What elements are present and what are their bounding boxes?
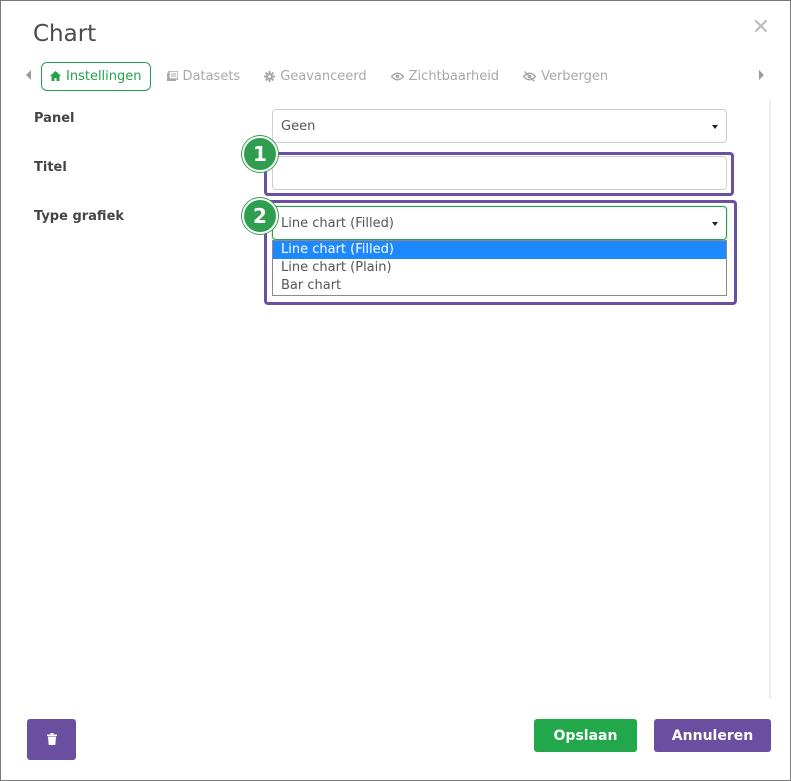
- eye-icon: [390, 72, 404, 81]
- annotation-badge-1: 1: [242, 136, 278, 172]
- type-grafiek-select-value: Line chart (Filled): [281, 215, 394, 231]
- delete-button[interactable]: [27, 719, 76, 760]
- cancel-button[interactable]: Annuleren: [654, 719, 771, 752]
- panel-select-value: Geen: [281, 118, 316, 134]
- type-grafiek-label: Type grafiek: [34, 209, 125, 224]
- tab-geavanceerd[interactable]: Geavanceerd: [256, 61, 374, 91]
- close-button[interactable]: ✕: [750, 17, 772, 39]
- save-button[interactable]: Opslaan: [534, 719, 637, 752]
- trash-icon: [46, 730, 57, 749]
- panel-select[interactable]: Geen: [272, 109, 727, 143]
- dialog-title: Chart: [33, 21, 97, 47]
- titel-label: Titel: [34, 160, 67, 175]
- type-grafiek-dropdown: Line chart (Filled) Line chart (Plain) B…: [272, 240, 727, 296]
- home-icon: [50, 71, 61, 81]
- tab-verbergen[interactable]: Verbergen: [515, 61, 616, 91]
- chart-dialog: Chart ✕ Instellingen Datasets Geavanceer…: [0, 0, 791, 781]
- dropdown-option[interactable]: Bar chart: [273, 277, 726, 295]
- tab-zichtbaarheid[interactable]: Zichtbaarheid: [383, 61, 507, 91]
- dropdown-option[interactable]: Line chart (Filled): [273, 241, 726, 259]
- tabs-scroll-right-icon[interactable]: [759, 70, 764, 80]
- tab-label: Geavanceerd: [280, 68, 367, 84]
- eye-off-icon: [523, 70, 537, 82]
- chevron-down-icon: [712, 222, 718, 226]
- chevron-down-icon: [712, 125, 718, 129]
- dropdown-option[interactable]: Line chart (Plain): [273, 259, 726, 277]
- list-icon: [166, 71, 178, 81]
- tab-label: Zichtbaarheid: [408, 68, 500, 84]
- panel-label: Panel: [34, 111, 75, 126]
- titel-input[interactable]: [272, 156, 727, 190]
- tab-label: Verbergen: [541, 68, 609, 84]
- tab-instellingen[interactable]: Instellingen: [41, 61, 151, 91]
- tab-datasets[interactable]: Datasets: [159, 61, 249, 91]
- gear-icon: [264, 70, 276, 82]
- type-grafiek-select[interactable]: Line chart (Filled): [272, 206, 727, 240]
- tab-label: Instellingen: [66, 68, 142, 84]
- tab-bar: Instellingen Datasets Geavanceerd Zichtb…: [41, 61, 624, 91]
- tab-label: Datasets: [182, 68, 241, 84]
- annotation-badge-2: 2: [242, 198, 278, 234]
- tabs-scroll-left-icon[interactable]: [26, 70, 31, 80]
- scrollbar[interactable]: [769, 99, 771, 699]
